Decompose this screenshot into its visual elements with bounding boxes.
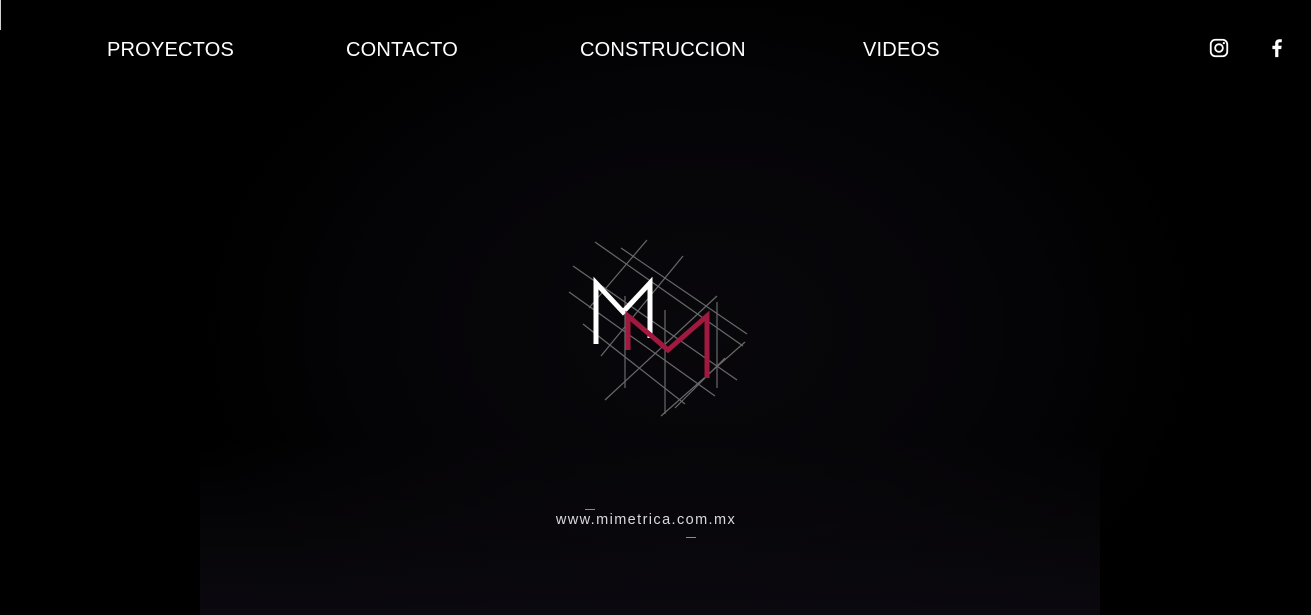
facebook-icon[interactable] [1266, 37, 1288, 59]
nav-link-construccion[interactable]: CONSTRUCCION [580, 39, 746, 62]
mm-logo-graphic [568, 239, 748, 417]
instagram-icon-graphic [1209, 38, 1229, 58]
main-navigation: PROYECTOS CONTACTO CONSTRUCCION VIDEOS [0, 0, 1311, 100]
nav-link-contacto[interactable]: CONTACTO [346, 39, 458, 62]
website-url: www.mimetrica.com.mx [555, 512, 737, 528]
mm-logo [565, 238, 755, 420]
url-divider-bottom [686, 537, 696, 538]
nav-link-proyectos[interactable]: PROYECTOS [107, 39, 234, 62]
facebook-icon-graphic [1272, 39, 1282, 58]
nav-link-videos[interactable]: VIDEOS [863, 39, 940, 62]
url-divider-top [585, 509, 595, 510]
instagram-icon[interactable] [1208, 37, 1230, 59]
